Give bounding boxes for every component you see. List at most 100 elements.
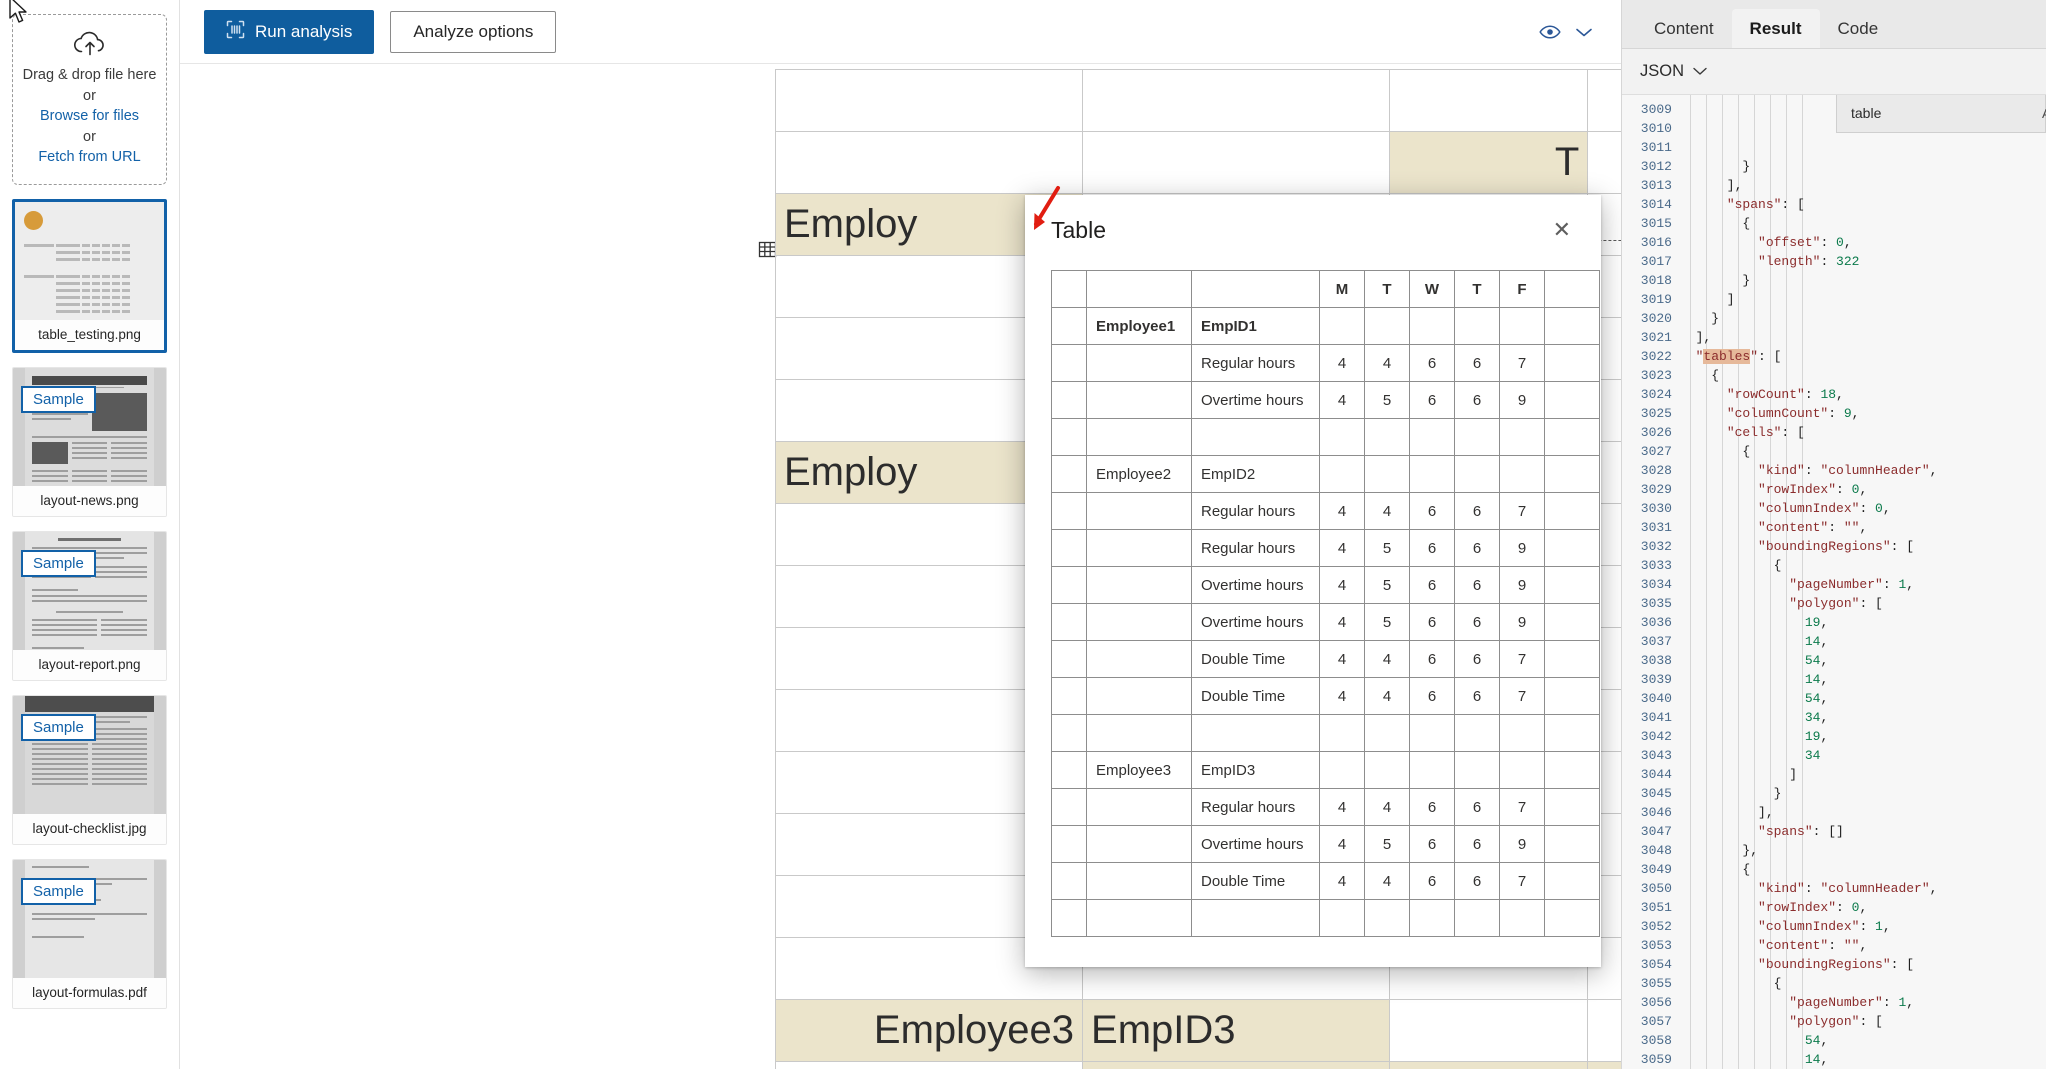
- run-analysis-button[interactable]: Run analysis: [204, 10, 374, 54]
- code-line[interactable]: 54,: [1680, 1031, 2046, 1050]
- code-line[interactable]: "polygon": [: [1680, 594, 2046, 613]
- code-line[interactable]: "spans": [: [1680, 195, 2046, 214]
- code-line[interactable]: 34,: [1680, 708, 2046, 727]
- code-line[interactable]: {: [1680, 442, 2046, 461]
- code-line[interactable]: "cells": [: [1680, 423, 2046, 442]
- match-case-icon[interactable]: Aa: [2042, 104, 2046, 123]
- line-number: 3015: [1622, 214, 1672, 233]
- fetch-from-url-link[interactable]: Fetch from URL: [21, 147, 158, 168]
- code-line[interactable]: 14,: [1680, 1050, 2046, 1069]
- code-line[interactable]: "boundingRegions": [: [1680, 537, 2046, 556]
- tab-code[interactable]: Code: [1820, 9, 1897, 48]
- code-line[interactable]: "kind": "columnHeader",: [1680, 879, 2046, 898]
- modal-table-cell: 4: [1320, 789, 1365, 826]
- code-line[interactable]: "polygon": [: [1680, 1012, 2046, 1031]
- code-line[interactable]: {: [1680, 366, 2046, 385]
- modal-table-cell: [1087, 789, 1192, 826]
- code-line[interactable]: },: [1680, 841, 2046, 860]
- code-line[interactable]: }: [1680, 784, 2046, 803]
- file-thumbnail-label: layout-checklist.jpg: [13, 814, 166, 844]
- file-thumbnail-layout-report[interactable]: Sample layout-report.png: [12, 531, 167, 681]
- close-icon[interactable]: ✕: [1549, 217, 1575, 243]
- code-line[interactable]: 19,: [1680, 613, 2046, 632]
- code-line[interactable]: "spans": []: [1680, 822, 2046, 841]
- code-line[interactable]: }: [1680, 309, 2046, 328]
- file-thumbnail-layout-news[interactable]: Sample layout-news.png: [12, 367, 167, 517]
- code-line[interactable]: "columnIndex": 1,: [1680, 917, 2046, 936]
- modal-table-cell: 4: [1320, 382, 1365, 419]
- code-line[interactable]: "tables": [: [1680, 347, 2046, 366]
- modal-table-cell: 7: [1500, 493, 1545, 530]
- line-number: 3032: [1622, 537, 1672, 556]
- line-number: 3010: [1622, 119, 1672, 138]
- code-line[interactable]: ],: [1680, 176, 2046, 195]
- line-number: 3009: [1622, 100, 1672, 119]
- document-preview-area[interactable]: T Employ 44 45 Employ: [180, 64, 1621, 1069]
- code-line[interactable]: "kind": "columnHeader",: [1680, 461, 2046, 480]
- code-line[interactable]: ]: [1680, 290, 2046, 309]
- code-line[interactable]: 54,: [1680, 651, 2046, 670]
- modal-table-row: Employee3EmpID3: [1052, 752, 1600, 789]
- code-line[interactable]: "rowIndex": 0,: [1680, 898, 2046, 917]
- modal-table-cell: Regular hours: [1192, 789, 1320, 826]
- code-line[interactable]: {: [1680, 214, 2046, 233]
- modal-table-cell: 4: [1320, 641, 1365, 678]
- find-widget[interactable]: Aa ab: [1836, 95, 2046, 133]
- browse-for-files-link[interactable]: Browse for files: [21, 106, 158, 127]
- file-dropzone[interactable]: Drag & drop file here or Browse for file…: [12, 14, 167, 185]
- modal-table-cell: W: [1410, 271, 1455, 308]
- code-line[interactable]: "content": "",: [1680, 936, 2046, 955]
- modal-table-cell: [1545, 382, 1600, 419]
- code-line[interactable]: "content": "",: [1680, 518, 2046, 537]
- code-line[interactable]: "length": 322: [1680, 252, 2046, 271]
- code-line[interactable]: "rowCount": 18,: [1680, 385, 2046, 404]
- modal-table-cell: 4: [1320, 567, 1365, 604]
- chevron-down-icon[interactable]: [1575, 26, 1593, 38]
- modal-table-cell: 6: [1410, 530, 1455, 567]
- chevron-down-icon[interactable]: [1692, 63, 1708, 81]
- code-line[interactable]: 14,: [1680, 670, 2046, 689]
- modal-table-cell: Double Time: [1192, 678, 1320, 715]
- json-code-viewer[interactable]: 3009301030113012301330143015301630173018…: [1622, 95, 2046, 1069]
- modal-table-cell: [1545, 678, 1600, 715]
- code-line[interactable]: {: [1680, 974, 2046, 993]
- modal-table-cell: 9: [1500, 530, 1545, 567]
- modal-table-cell: Employee3: [1087, 752, 1192, 789]
- code-line[interactable]: {: [1680, 556, 2046, 575]
- modal-table-cell: [1545, 345, 1600, 382]
- tab-content[interactable]: Content: [1636, 9, 1732, 48]
- format-select-label[interactable]: JSON: [1640, 62, 1684, 81]
- code-line[interactable]: {: [1680, 860, 2046, 879]
- code-line[interactable]: ]: [1680, 765, 2046, 784]
- code-line[interactable]: }: [1680, 271, 2046, 290]
- modal-table-cell: [1545, 789, 1600, 826]
- analyze-options-button[interactable]: Analyze options: [390, 11, 556, 53]
- file-thumbnail-table-testing[interactable]: table_testing.png: [12, 199, 167, 353]
- code-line[interactable]: 14,: [1680, 632, 2046, 651]
- mouse-cursor: [8, 0, 30, 26]
- code-line[interactable]: ],: [1680, 328, 2046, 347]
- file-thumbnail-layout-formulas[interactable]: Sample layout-formulas.pdf: [12, 859, 167, 1009]
- code-content[interactable]: } ], "spans": [ { "offset": 0, "length":…: [1680, 95, 2046, 1069]
- code-line[interactable]: "offset": 0,: [1680, 233, 2046, 252]
- eye-icon[interactable]: [1539, 24, 1561, 40]
- modal-table-cell: 6: [1455, 345, 1500, 382]
- code-line[interactable]: "pageNumber": 1,: [1680, 993, 2046, 1012]
- modal-table-cell: 9: [1500, 567, 1545, 604]
- file-thumbnail-layout-checklist[interactable]: Sample layout-checklist.jpg: [12, 695, 167, 845]
- code-line[interactable]: "columnCount": 9,: [1680, 404, 2046, 423]
- code-line[interactable]: }: [1680, 157, 2046, 176]
- modal-table-row: Regular hours44667: [1052, 789, 1600, 826]
- code-line[interactable]: 54,: [1680, 689, 2046, 708]
- code-line[interactable]: 34: [1680, 746, 2046, 765]
- code-line[interactable]: "boundingRegions": [: [1680, 955, 2046, 974]
- code-line[interactable]: ],: [1680, 803, 2046, 822]
- code-line[interactable]: 19,: [1680, 727, 2046, 746]
- modal-table-cell: Overtime hours: [1192, 604, 1320, 641]
- find-input[interactable]: [1849, 104, 2034, 122]
- code-line[interactable]: "rowIndex": 0,: [1680, 480, 2046, 499]
- modal-table-cell: [1052, 715, 1087, 752]
- code-line[interactable]: "pageNumber": 1,: [1680, 575, 2046, 594]
- code-line[interactable]: "columnIndex": 0,: [1680, 499, 2046, 518]
- tab-result[interactable]: Result: [1732, 9, 1820, 48]
